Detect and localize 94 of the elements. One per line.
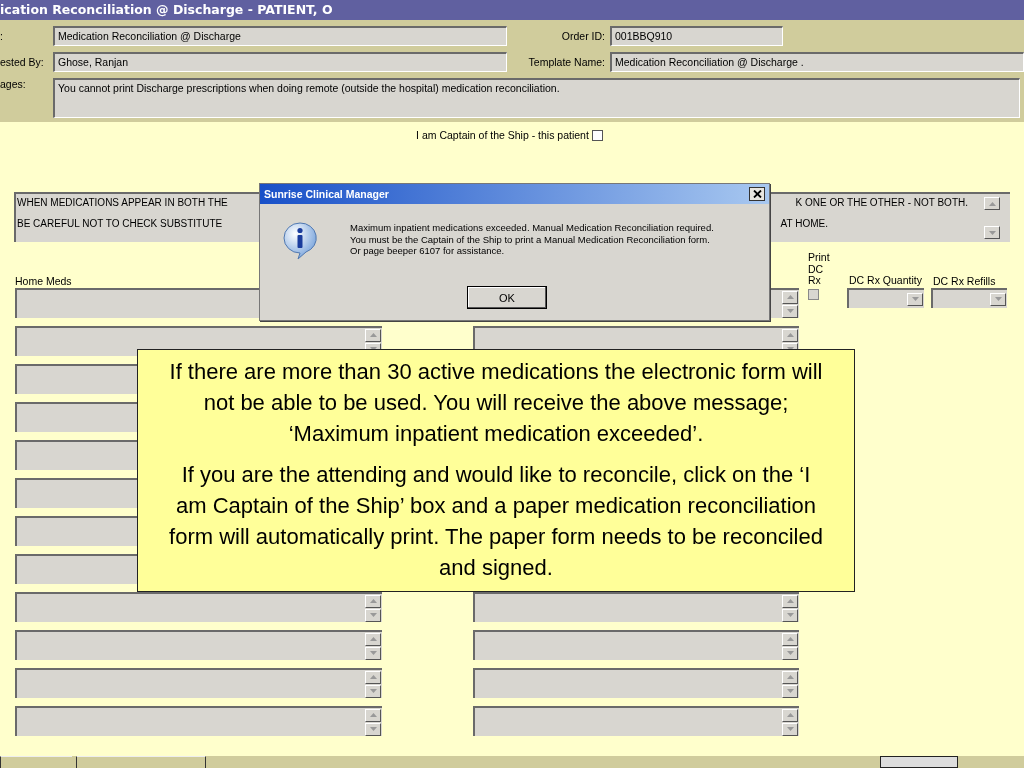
spin-up-button[interactable] xyxy=(782,328,798,342)
spin-down-button[interactable] xyxy=(782,646,798,660)
dialog-title: Sunrise Clinical Manager xyxy=(264,188,389,200)
order-id-field[interactable]: 001BBQ910 xyxy=(610,26,783,46)
print-checkbox[interactable] xyxy=(808,289,819,300)
spin-down-button[interactable] xyxy=(365,684,381,698)
medication-field[interactable] xyxy=(15,554,137,584)
requested-by-field[interactable]: Ghose, Ranjan xyxy=(53,52,507,72)
spin-up-button[interactable] xyxy=(782,290,798,304)
callout-text: If you are the attending and would like to reconcile, click on the ‘I am Captain of the Ship’ box and a paper medication reconciliation form will automatically print. The paper form needs to be reconciled and signed. xyxy=(168,461,824,582)
down-arrow-icon xyxy=(369,689,377,693)
spin-up-button[interactable] xyxy=(782,594,798,608)
medication-field[interactable] xyxy=(15,592,382,622)
refills-dropdown[interactable] xyxy=(931,288,1007,308)
medication-field[interactable] xyxy=(473,668,799,698)
up-arrow-icon xyxy=(369,333,377,337)
instruction-text: WHEN MEDICATIONS APPEAR IN BOTH THE xyxy=(17,197,228,208)
down-arrow-icon xyxy=(988,230,996,235)
down-arrow-icon xyxy=(369,613,377,617)
field-label: Order ID: xyxy=(560,30,606,42)
field-label: ages: xyxy=(0,78,27,90)
up-arrow-icon xyxy=(369,637,377,641)
info-icon xyxy=(280,222,320,260)
template-name-field[interactable]: Medication Reconciliation @ Discharge . xyxy=(610,52,1024,72)
scroll-up-button[interactable] xyxy=(984,197,1000,210)
spin-up-button[interactable] xyxy=(365,632,381,646)
up-arrow-icon xyxy=(369,599,377,603)
close-button[interactable] xyxy=(749,187,765,201)
field-label: Template Name: xyxy=(527,56,606,68)
instruction-text: BE CAREFUL NOT TO CHECK SUBSTITUTE xyxy=(17,218,223,229)
column-header: DC Rx Refills xyxy=(933,275,996,287)
spin-down-button[interactable] xyxy=(782,684,798,698)
field-label: ested By: xyxy=(0,56,45,68)
medication-field[interactable] xyxy=(473,706,799,736)
medication-field[interactable] xyxy=(15,706,382,736)
up-arrow-icon xyxy=(786,333,794,337)
column-header: Home Meds xyxy=(15,275,73,287)
dialog-message: Maximum inpatient medications exceeded. Manual Medication Reconciliation required. You must be the Captain of the Ship to print a Manual Medication Reconciliation form. Or page beeper 6107 for assistance. xyxy=(350,222,715,258)
spin-up-button[interactable] xyxy=(782,708,798,722)
down-arrow-icon xyxy=(369,651,377,655)
medication-field[interactable] xyxy=(15,440,137,470)
medication-field[interactable] xyxy=(15,516,137,546)
instruction-text: AT HOME. xyxy=(780,218,828,229)
medication-field[interactable] xyxy=(473,592,799,622)
up-arrow-icon xyxy=(786,599,794,603)
down-arrow-icon xyxy=(786,689,794,693)
medication-field[interactable] xyxy=(15,364,137,394)
down-arrow-icon xyxy=(786,727,794,731)
up-arrow-icon xyxy=(786,637,794,641)
spin-down-button[interactable] xyxy=(365,608,381,622)
up-arrow-icon xyxy=(786,675,794,679)
medication-field[interactable] xyxy=(15,668,382,698)
spin-down-button[interactable] xyxy=(782,304,798,318)
medication-field[interactable] xyxy=(15,402,137,432)
spin-up-button[interactable] xyxy=(782,632,798,646)
down-arrow-icon xyxy=(786,613,794,617)
messages-field: You cannot print Discharge prescriptions when doing remote (outside the hospital) medication reconciliation. xyxy=(53,78,1020,118)
down-arrow-icon xyxy=(911,297,919,301)
callout-text: If there are more than 30 active medications the electronic form will not be able to be used. You will receive the above message; ‘Maximum inpatient medication exceeded’. xyxy=(168,358,824,448)
column-header: DC Rx Quantity xyxy=(849,275,923,287)
column-header: Print DC Rx xyxy=(808,252,831,287)
medication-field[interactable] xyxy=(15,630,382,660)
spin-down-button[interactable] xyxy=(782,608,798,622)
down-arrow-icon xyxy=(786,309,794,313)
order-name-field[interactable]: Medication Reconciliation @ Discharge xyxy=(53,26,507,46)
spin-up-button[interactable] xyxy=(365,328,381,342)
spin-down-button[interactable] xyxy=(365,722,381,736)
spin-down-button[interactable] xyxy=(365,646,381,660)
field-label: : xyxy=(0,30,4,42)
up-arrow-icon xyxy=(988,201,996,206)
spin-up-button[interactable] xyxy=(365,670,381,684)
window-title: ication Reconciliation @ Discharge - PATIENT, O xyxy=(0,0,1024,20)
up-arrow-icon xyxy=(369,713,377,717)
quantity-dropdown[interactable] xyxy=(847,288,924,308)
spin-down-button[interactable] xyxy=(782,722,798,736)
medication-field[interactable] xyxy=(15,478,137,508)
scroll-down-button[interactable] xyxy=(984,226,1000,239)
ok-button[interactable]: OK xyxy=(467,286,547,309)
down-arrow-icon xyxy=(369,727,377,731)
up-arrow-icon xyxy=(786,713,794,717)
up-arrow-icon xyxy=(786,295,794,299)
down-arrow-icon xyxy=(994,297,1002,301)
spin-up-button[interactable] xyxy=(782,670,798,684)
spin-up-button[interactable] xyxy=(365,594,381,608)
up-arrow-icon xyxy=(369,675,377,679)
spin-up-button[interactable] xyxy=(365,708,381,722)
checkbox-label: I am Captain of the Ship - this patient xyxy=(416,129,589,141)
close-icon xyxy=(752,190,762,198)
dropdown-button[interactable] xyxy=(907,292,923,306)
instruction-text: K ONE OR THE OTHER - NOT BOTH. xyxy=(795,197,968,208)
down-arrow-icon xyxy=(786,651,794,655)
medication-field[interactable] xyxy=(473,630,799,660)
dropdown-button[interactable] xyxy=(990,292,1006,306)
captain-checkbox[interactable] xyxy=(591,129,603,141)
